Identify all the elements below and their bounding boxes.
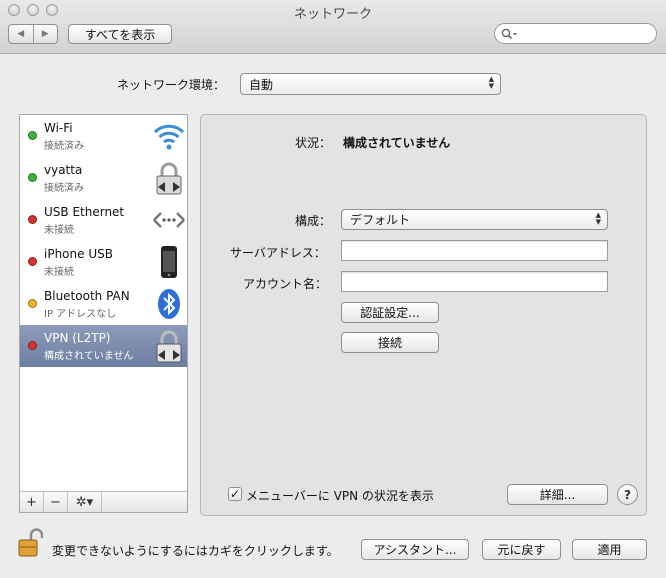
service-status: 構成されていません: [44, 351, 134, 362]
service-list: Wi-Fi 接続済み vyatta 接続済み USB Ethernet 未接続 …: [19, 114, 188, 513]
authentication-settings-button[interactable]: 認証設定...: [341, 302, 439, 323]
server-address-field[interactable]: [341, 240, 608, 261]
wifi-icon: [153, 124, 185, 150]
service-name: VPN (L2TP): [44, 331, 111, 345]
window-titlebar: ネットワーク ◀ ▶ すべてを表示: [0, 0, 666, 54]
service-item-bluetooth-pan[interactable]: Bluetooth PAN IP アドレスなし: [20, 283, 187, 325]
service-status: 未接続: [44, 225, 74, 236]
config-select[interactable]: デフォルト ▲ ▼: [341, 209, 608, 230]
server-address-label: サーバアドレス：: [230, 246, 326, 260]
search-input[interactable]: [494, 23, 657, 44]
location-label: ネットワーク環境：: [117, 78, 226, 92]
service-item-vpn-l2tp[interactable]: VPN (L2TP) 構成されていません: [20, 325, 187, 367]
service-list-toolbar: + − ✲▾: [20, 491, 187, 512]
vpn-lock-icon: [156, 162, 182, 195]
service-name: vyatta: [44, 163, 83, 177]
account-name-label: アカウント名：: [243, 277, 328, 291]
status-value: 構成されていません: [343, 136, 451, 150]
iphone-icon: [161, 246, 177, 278]
config-label: 構成：: [295, 214, 332, 228]
search-icon: [501, 28, 517, 40]
service-item-iphone-usb[interactable]: iPhone USB 未接続: [20, 241, 187, 283]
help-button[interactable]: ?: [617, 484, 638, 505]
remove-service-button[interactable]: −: [44, 492, 68, 512]
show-vpn-status-checkbox[interactable]: ✓: [228, 487, 242, 501]
show-vpn-status-label: メニューバーに VPN の状況を表示: [246, 489, 434, 503]
service-name: Wi-Fi: [44, 121, 73, 135]
back-button[interactable]: ◀: [9, 25, 34, 43]
revert-button[interactable]: 元に戻す: [482, 539, 561, 560]
apply-button[interactable]: 適用: [572, 539, 647, 560]
config-value: デフォルト: [350, 213, 411, 227]
bluetooth-icon: [158, 289, 180, 319]
service-status: 接続済み: [44, 141, 84, 152]
service-name: iPhone USB: [44, 247, 113, 261]
lock-icon[interactable]: [17, 528, 43, 558]
status-indicator: [28, 299, 37, 308]
status-indicator: [28, 341, 37, 350]
connect-button[interactable]: 接続: [341, 332, 439, 353]
service-name: USB Ethernet: [44, 205, 125, 219]
location-value: 自動: [249, 77, 274, 92]
select-arrows-icon: ▲ ▼: [595, 211, 601, 226]
status-indicator: [28, 173, 37, 182]
forward-button[interactable]: ▶: [34, 25, 58, 43]
gear-menu-button[interactable]: ✲▾: [68, 492, 102, 512]
add-service-button[interactable]: +: [20, 492, 44, 512]
advanced-button[interactable]: 詳細...: [507, 484, 608, 505]
account-name-field[interactable]: [341, 271, 608, 292]
assistant-button[interactable]: アシスタント...: [361, 539, 469, 560]
service-item-wifi[interactable]: Wi-Fi 接続済み: [20, 115, 187, 157]
service-item-vyatta[interactable]: vyatta 接続済み: [20, 157, 187, 199]
window-title: ネットワーク: [293, 7, 372, 22]
vpn-lock-icon: [156, 330, 182, 363]
show-all-button[interactable]: すべてを表示: [68, 24, 172, 44]
status-label: 状況：: [295, 136, 332, 150]
ethernet-icon: [153, 212, 185, 228]
service-name: Bluetooth PAN: [44, 289, 130, 303]
service-status: 未接続: [44, 267, 74, 278]
service-item-usb-ethernet[interactable]: USB Ethernet 未接続: [20, 199, 187, 241]
service-status: 接続済み: [44, 183, 84, 194]
status-indicator: [28, 215, 37, 224]
status-indicator: [28, 257, 37, 266]
service-status: IP アドレスなし: [44, 309, 117, 320]
back-forward-control: ◀ ▶: [8, 24, 58, 44]
lock-message: 変更できないようにするにはカギをクリックします。: [52, 544, 339, 558]
location-select[interactable]: 自動 ▲ ▼: [240, 73, 501, 95]
select-arrows-icon: ▲ ▼: [488, 75, 494, 90]
status-indicator: [28, 131, 37, 140]
